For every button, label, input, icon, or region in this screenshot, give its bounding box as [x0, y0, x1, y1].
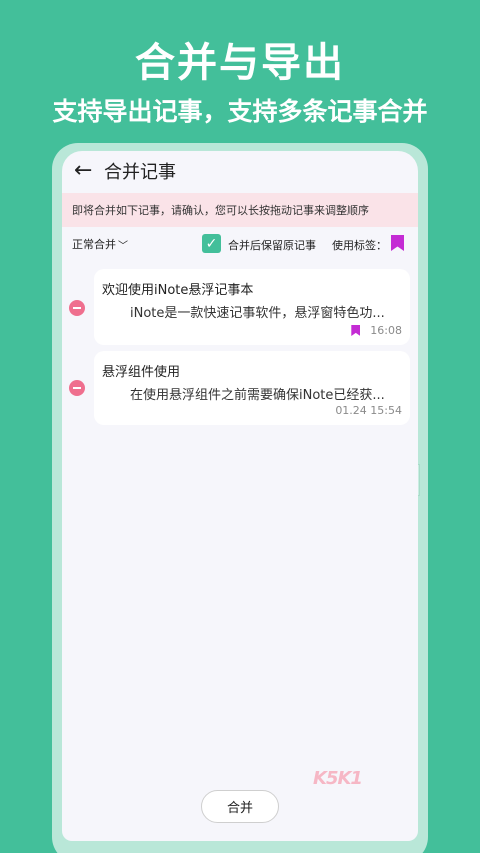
checkmark-icon: ✓ [205, 235, 218, 252]
note-time: 16:08 [370, 324, 402, 337]
title-bar: ← 合并记事 [62, 151, 418, 191]
list-item: 悬浮组件使用 在使用悬浮组件之前需要确保iNote已经获... 01.24 15… [62, 351, 418, 425]
use-tag-label: 使用标签： [332, 239, 387, 252]
merge-button[interactable]: 合并 [201, 790, 279, 823]
app-screen: ← 合并记事 即将合并如下记事，请确认，您可以长按拖动记事来调整顺序 正常合并 … [62, 151, 418, 841]
watermark-logo: K5K1 [313, 768, 363, 789]
merge-notice-text: 即将合并如下记事，请确认，您可以长按拖动记事来调整顺序 [72, 204, 369, 217]
hero-title: 合并与导出 [135, 40, 345, 86]
bookmark-tag-icon[interactable] [391, 235, 404, 251]
hero-subtitle: 支持导出记事，支持多条记事合并 [52, 97, 428, 126]
note-preview: iNote是一款快速记事软件，悬浮窗特色功... [130, 306, 385, 321]
bookmark-tag-icon [351, 325, 361, 336]
merge-notice: 即将合并如下记事，请确认，您可以长按拖动记事来调整顺序 [62, 193, 418, 227]
note-preview: 在使用悬浮组件之前需要确保iNote已经获... [130, 388, 385, 403]
keep-original-checkbox[interactable]: ✓ [202, 234, 221, 253]
page-title: 合并记事 [104, 162, 176, 183]
note-meta: 01.24 15:54 [335, 404, 402, 417]
remove-note-button[interactable] [69, 380, 85, 396]
note-time: 01.24 15:54 [335, 404, 402, 417]
list-item: 欢迎使用iNote悬浮记事本 iNote是一款快速记事软件，悬浮窗特色功... … [62, 269, 418, 345]
chevron-down-icon: ﹀ [118, 240, 128, 252]
keep-original-label: 合并后保留原记事 [228, 239, 316, 252]
note-card[interactable]: 欢迎使用iNote悬浮记事本 iNote是一款快速记事软件，悬浮窗特色功... … [94, 269, 410, 345]
note-card[interactable]: 悬浮组件使用 在使用悬浮组件之前需要确保iNote已经获... 01.24 15… [94, 351, 410, 425]
merge-mode-label: 正常合并 [72, 238, 116, 251]
merge-mode-dropdown[interactable]: 正常合并 ﹀ [72, 236, 128, 252]
note-title: 欢迎使用iNote悬浮记事本 [102, 283, 254, 298]
remove-note-button[interactable] [69, 300, 85, 316]
note-meta: 16:08 [351, 324, 402, 337]
merge-button-label: 合并 [226, 801, 253, 816]
merge-options-bar: 正常合并 ﹀ ✓ 合并后保留原记事 使用标签： [62, 229, 418, 259]
note-title: 悬浮组件使用 [102, 365, 181, 380]
back-arrow-icon[interactable]: ← [74, 160, 104, 182]
